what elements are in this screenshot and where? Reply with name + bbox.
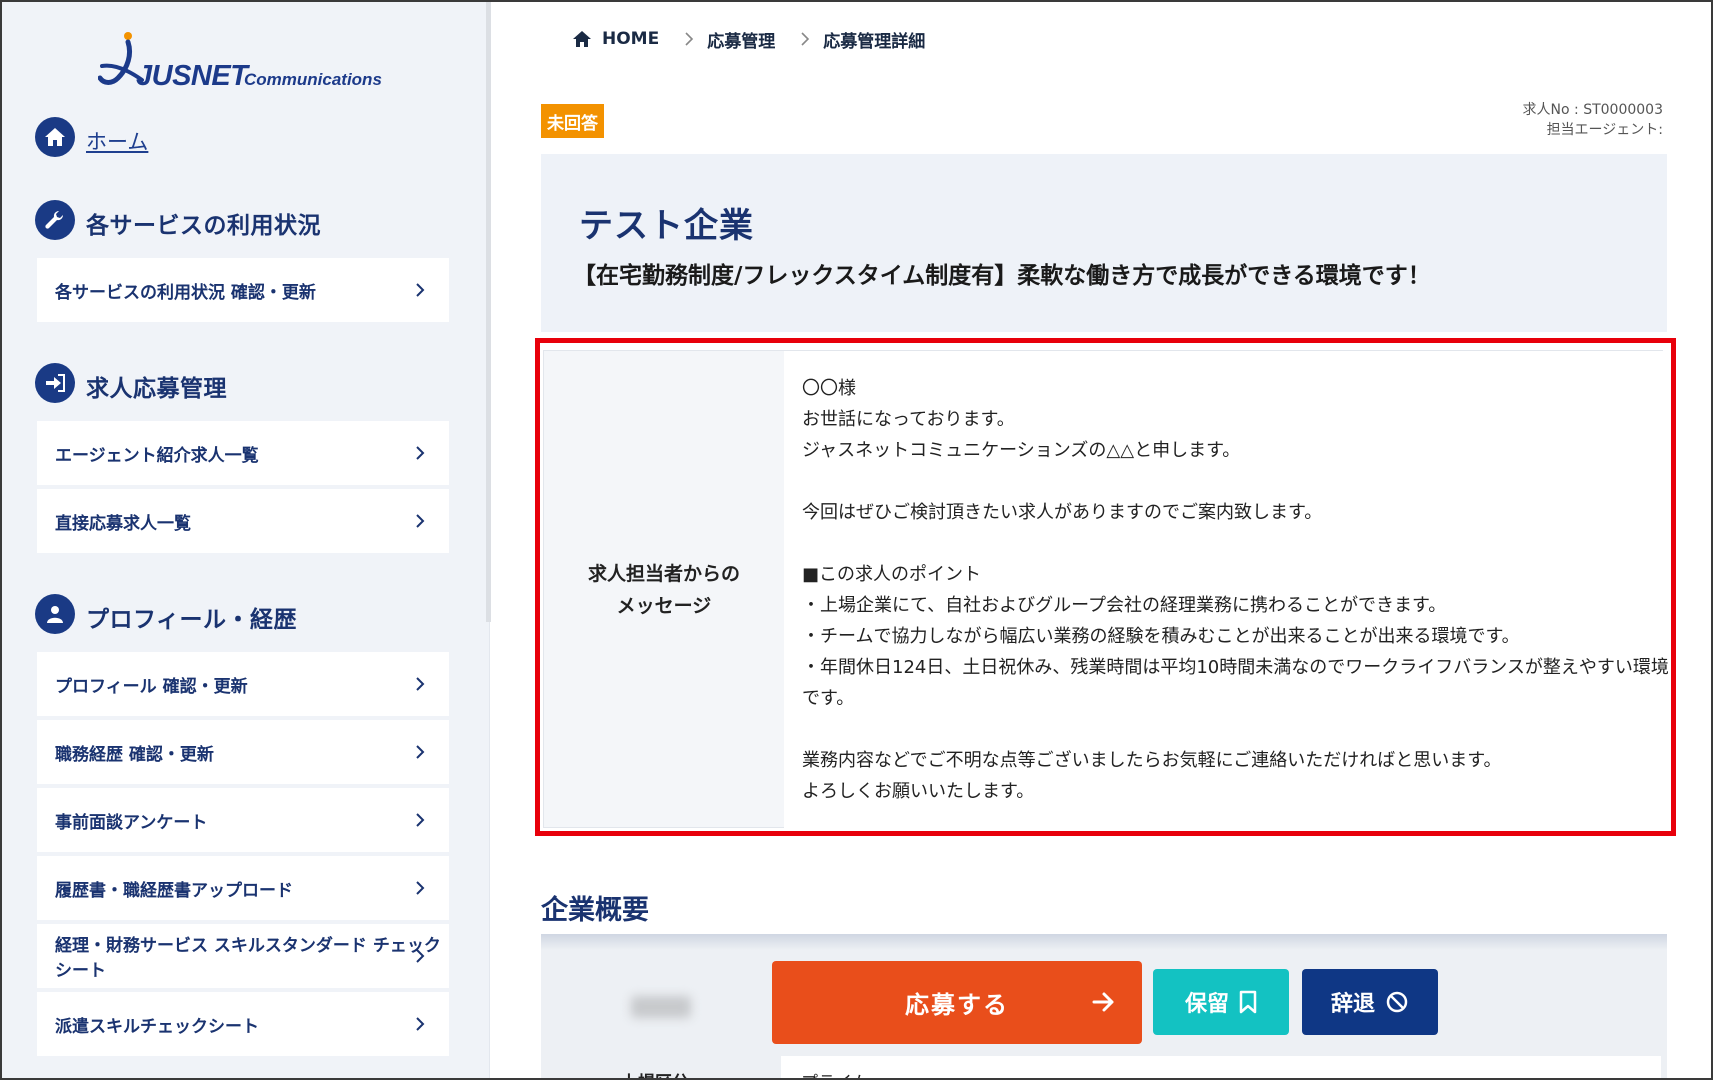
message-line: 〇〇様 xyxy=(802,378,856,399)
ban-icon xyxy=(1386,991,1408,1013)
apply-button[interactable]: 応募する xyxy=(772,961,1142,1044)
decline-button-label: 辞退 xyxy=(1330,992,1375,1017)
message-label-line: 求人担当者からの xyxy=(587,563,740,585)
arrow-right-icon xyxy=(1092,992,1114,1012)
decline-button[interactable]: 辞退 xyxy=(1302,969,1438,1035)
logo-sub-wordmark: Communications xyxy=(244,70,382,89)
sidebar-item-pre-interview-survey[interactable]: 事前面談アンケート xyxy=(37,788,449,852)
section-title-service-usage: 各サービスの利用状況 xyxy=(86,213,321,239)
breadcrumb-application-detail: 応募管理詳細 xyxy=(823,31,926,52)
job-meta: 求人No : ST0000003 担当エージェント: xyxy=(1523,100,1663,140)
apply-button-label: 応募する xyxy=(905,991,1009,1019)
sidebar-item-label: 直接応募求人一覧 xyxy=(55,513,191,534)
message-line: お世話になっております。 xyxy=(802,409,1015,430)
message-line: です。 xyxy=(802,688,855,709)
message-line: ■この求人のポイント xyxy=(802,564,982,585)
chevron-right-icon xyxy=(416,881,425,895)
sticky-bar-shadow xyxy=(541,934,1667,950)
home-icon[interactable] xyxy=(35,117,75,157)
message-line xyxy=(802,466,1646,497)
sidebar-item-label: 職務経歴 確認・更新 xyxy=(55,744,214,765)
assigned-agent: 担当エージェント: xyxy=(1546,122,1663,138)
user-icon xyxy=(35,594,75,634)
sidebar-item-label: 各サービスの利用状況 確認・更新 xyxy=(55,282,316,303)
sidebar-scrollbar[interactable] xyxy=(486,2,491,622)
chevron-right-icon xyxy=(416,1017,425,1031)
overview-row-value: プライム xyxy=(801,1068,869,1078)
section-title-profile: プロフィール・経歴 xyxy=(86,607,298,633)
bookmark-icon xyxy=(1239,990,1257,1014)
wrench-icon xyxy=(35,200,75,240)
sign-in-icon xyxy=(35,363,75,403)
company-name: テスト企業 xyxy=(579,206,754,246)
message-line: 今回はぜひご検討頂きたい求人がありますのでご案内致します。 xyxy=(802,502,1323,523)
sidebar-item-dispatch-skill-check[interactable]: 派遣スキルチェックシート xyxy=(37,992,449,1056)
sidebar: JUSNET Communications ホーム 各サービスの利用状況 各サー… xyxy=(2,2,490,1078)
sidebar-item-direct-jobs[interactable]: 直接応募求人一覧 xyxy=(37,489,449,553)
chevron-right-icon xyxy=(416,949,425,963)
message-table: 求人担当者からの メッセージ 〇〇様 お世話になっております。 ジャスネットコミ… xyxy=(543,350,1669,829)
message-line xyxy=(802,714,1646,745)
sidebar-item-agent-jobs[interactable]: エージェント紹介求人一覧 xyxy=(37,421,449,485)
section-title-job-application: 求人応募管理 xyxy=(86,376,227,402)
breadcrumb: HOME 応募管理 応募管理詳細 xyxy=(572,24,925,54)
sidebar-item-profile-update[interactable]: プロフィール 確認・更新 xyxy=(37,652,449,716)
message-line: 業務内容などでご不明な点等ございましたらお気軽にご連絡いただければと思います。 xyxy=(802,750,1502,771)
sidebar-home-link[interactable]: ホーム xyxy=(86,126,148,156)
hold-button[interactable]: 保留 xyxy=(1153,969,1289,1035)
logo-wordmark: JUSNET xyxy=(136,60,248,92)
chevron-right-icon xyxy=(416,745,425,759)
overview-row-label: 上場区分 xyxy=(621,1068,689,1078)
sidebar-item-skill-checksheet[interactable]: 経理・財務サービス スキルスタンダード チェックシート xyxy=(37,924,449,988)
app-frame: JUSNET Communications ホーム 各サービスの利用状況 各サー… xyxy=(0,0,1713,1080)
blurred-field-label xyxy=(631,996,691,1018)
message-line: ・年間休日124日、土日祝休み、残業時間は平均10時間未満なのでワークライフバラ… xyxy=(802,657,1669,678)
hold-button-label: 保留 xyxy=(1184,992,1229,1017)
message-line: ・チームで協力しながら幅広い業務の経験を積みむことが出来ることが出来る環境です。 xyxy=(802,626,1520,647)
company-header: テスト企業 【在宅勤務制度/フレックスタイム制度有】柔軟な働き方で成長ができる環… xyxy=(541,154,1667,332)
message-label: 求人担当者からの メッセージ xyxy=(544,351,784,829)
chevron-right-icon xyxy=(416,283,425,297)
sidebar-item-label: 履歴書・職経歴書アップロード xyxy=(55,880,293,901)
chevron-right-icon xyxy=(801,32,810,46)
breadcrumb-home[interactable]: HOME xyxy=(602,29,659,49)
message-line: ・上場企業にて、自社およびグループ会社の経理業務に携わることができます。 xyxy=(802,595,1447,616)
message-line: よろしくお願いいたします。 xyxy=(802,781,1035,802)
sidebar-item-label: 派遣スキルチェックシート xyxy=(55,1016,259,1037)
message-line xyxy=(802,528,1646,559)
sidebar-item-label: 経理・財務サービス スキルスタンダード チェックシート xyxy=(55,936,441,981)
sidebar-item-service-usage-update[interactable]: 各サービスの利用状況 確認・更新 xyxy=(37,258,449,322)
message-label-line: メッセージ xyxy=(616,595,712,617)
chevron-right-icon xyxy=(416,813,425,827)
sidebar-item-career-update[interactable]: 職務経歴 確認・更新 xyxy=(37,720,449,784)
company-logo[interactable]: JUSNET Communications xyxy=(98,30,398,96)
company-overview-heading: 企業概要 xyxy=(541,895,649,926)
sidebar-item-label: プロフィール 確認・更新 xyxy=(55,676,248,697)
status-badge: 未回答 xyxy=(541,104,604,138)
sidebar-item-label: 事前面談アンケート xyxy=(55,812,208,833)
chevron-right-icon xyxy=(416,514,425,528)
chevron-right-icon xyxy=(416,446,425,460)
message-body: 〇〇様 お世話になっております。 ジャスネットコミュニケーションズの△△と申しま… xyxy=(784,351,1669,829)
sidebar-item-resume-upload[interactable]: 履歴書・職経歴書アップロード xyxy=(37,856,449,920)
breadcrumb-application-management[interactable]: 応募管理 xyxy=(707,27,775,52)
chevron-right-icon xyxy=(416,677,425,691)
overview-row-value-cell xyxy=(781,1056,1661,1078)
message-line: ジャスネットコミュニケーションズの△△と申します。 xyxy=(802,440,1241,461)
job-number: 求人No : ST0000003 xyxy=(1522,102,1663,118)
home-icon[interactable] xyxy=(572,30,592,48)
chevron-right-icon xyxy=(685,32,694,46)
job-catchphrase: 【在宅勤務制度/フレックスタイム制度有】柔軟な働き方で成長ができる環境です！ xyxy=(573,263,1431,289)
sidebar-item-label: エージェント紹介求人一覧 xyxy=(55,445,259,466)
